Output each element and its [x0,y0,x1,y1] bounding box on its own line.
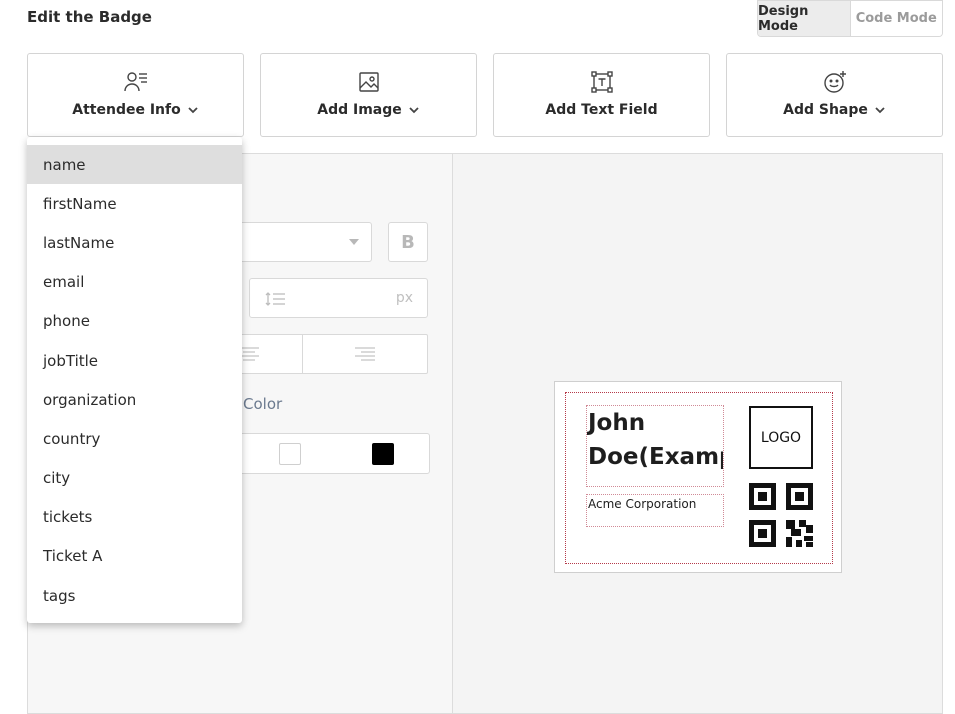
design-mode-button[interactable]: Design Mode [758,1,851,36]
dropdown-item-email[interactable]: email [27,263,242,302]
chevron-down-icon [874,104,886,116]
dropdown-item-ticket-a[interactable]: Ticket A [27,537,242,576]
qr-code-icon[interactable] [749,483,813,547]
attendee-list-icon [123,70,148,94]
align-right-icon [355,347,375,361]
chevron-down-icon [187,104,199,116]
attendee-info-dropdown: name firstName lastName email phone jobT… [27,137,242,623]
bold-button[interactable]: B [388,222,428,262]
organization-name: Acme Corporation [588,497,697,511]
dropdown-item-phone[interactable]: phone [27,302,242,341]
dropdown-item-tags[interactable]: tags [27,576,242,615]
dropdown-item-city[interactable]: city [27,459,242,498]
logo-placeholder[interactable]: LOGO [749,406,813,469]
badge-preview: John Doe(Example) Acme Corporation LOGO [554,381,842,573]
add-image-label: Add Image [317,102,402,118]
add-text-field-button[interactable]: Add Text Field [493,53,710,137]
attendee-info-label: Attendee Info [72,102,181,118]
image-icon [357,70,381,94]
badge-safe-area: John Doe(Example) Acme Corporation LOGO [565,392,833,564]
attendee-name: John Doe(Example) [588,410,723,470]
font-family-select[interactable] [238,222,372,262]
line-height-input[interactable]: px [249,278,428,318]
align-right-button[interactable] [303,335,427,373]
attendee-info-button[interactable]: Attendee Info [27,53,244,137]
smiley-plus-icon [823,70,847,94]
dropdown-item-tickets[interactable]: tickets [27,498,242,537]
text-field-icon [590,70,614,94]
add-shape-button[interactable]: Add Shape [726,53,943,137]
black-swatch[interactable] [372,443,394,465]
logo-label: LOGO [760,429,802,446]
align-center-icon [239,347,259,361]
caret-down-icon [349,239,359,245]
white-swatch[interactable] [279,443,301,465]
dropdown-item-country[interactable]: country [27,419,242,458]
mode-toggle: Design Mode Code Mode [757,0,943,37]
dropdown-item-organization[interactable]: organization [27,380,242,419]
color-label: Color [243,395,283,413]
add-image-button[interactable]: Add Image [260,53,477,137]
page-title: Edit the Badge [27,8,152,26]
add-shape-label: Add Shape [783,102,868,118]
badge-editor-page: Edit the Badge Design Mode Code Mode Att… [0,0,955,714]
dropdown-item-firstname[interactable]: firstName [27,184,242,223]
unit-label: px [395,290,413,306]
badge-preview-pane: John Doe(Example) Acme Corporation LOGO [453,154,942,713]
dropdown-item-jobtitle[interactable]: jobTitle [27,341,242,380]
line-spacing-icon [265,292,285,306]
code-mode-button[interactable]: Code Mode [850,1,942,36]
dropdown-item-lastname[interactable]: lastName [27,223,242,262]
add-text-field-label: Add Text Field [545,102,658,118]
organization-text-field[interactable]: Acme Corporation [586,494,724,527]
dropdown-item-name[interactable]: name [27,145,242,185]
name-text-field[interactable]: John Doe(Example) [586,405,724,487]
chevron-down-icon [408,104,420,116]
